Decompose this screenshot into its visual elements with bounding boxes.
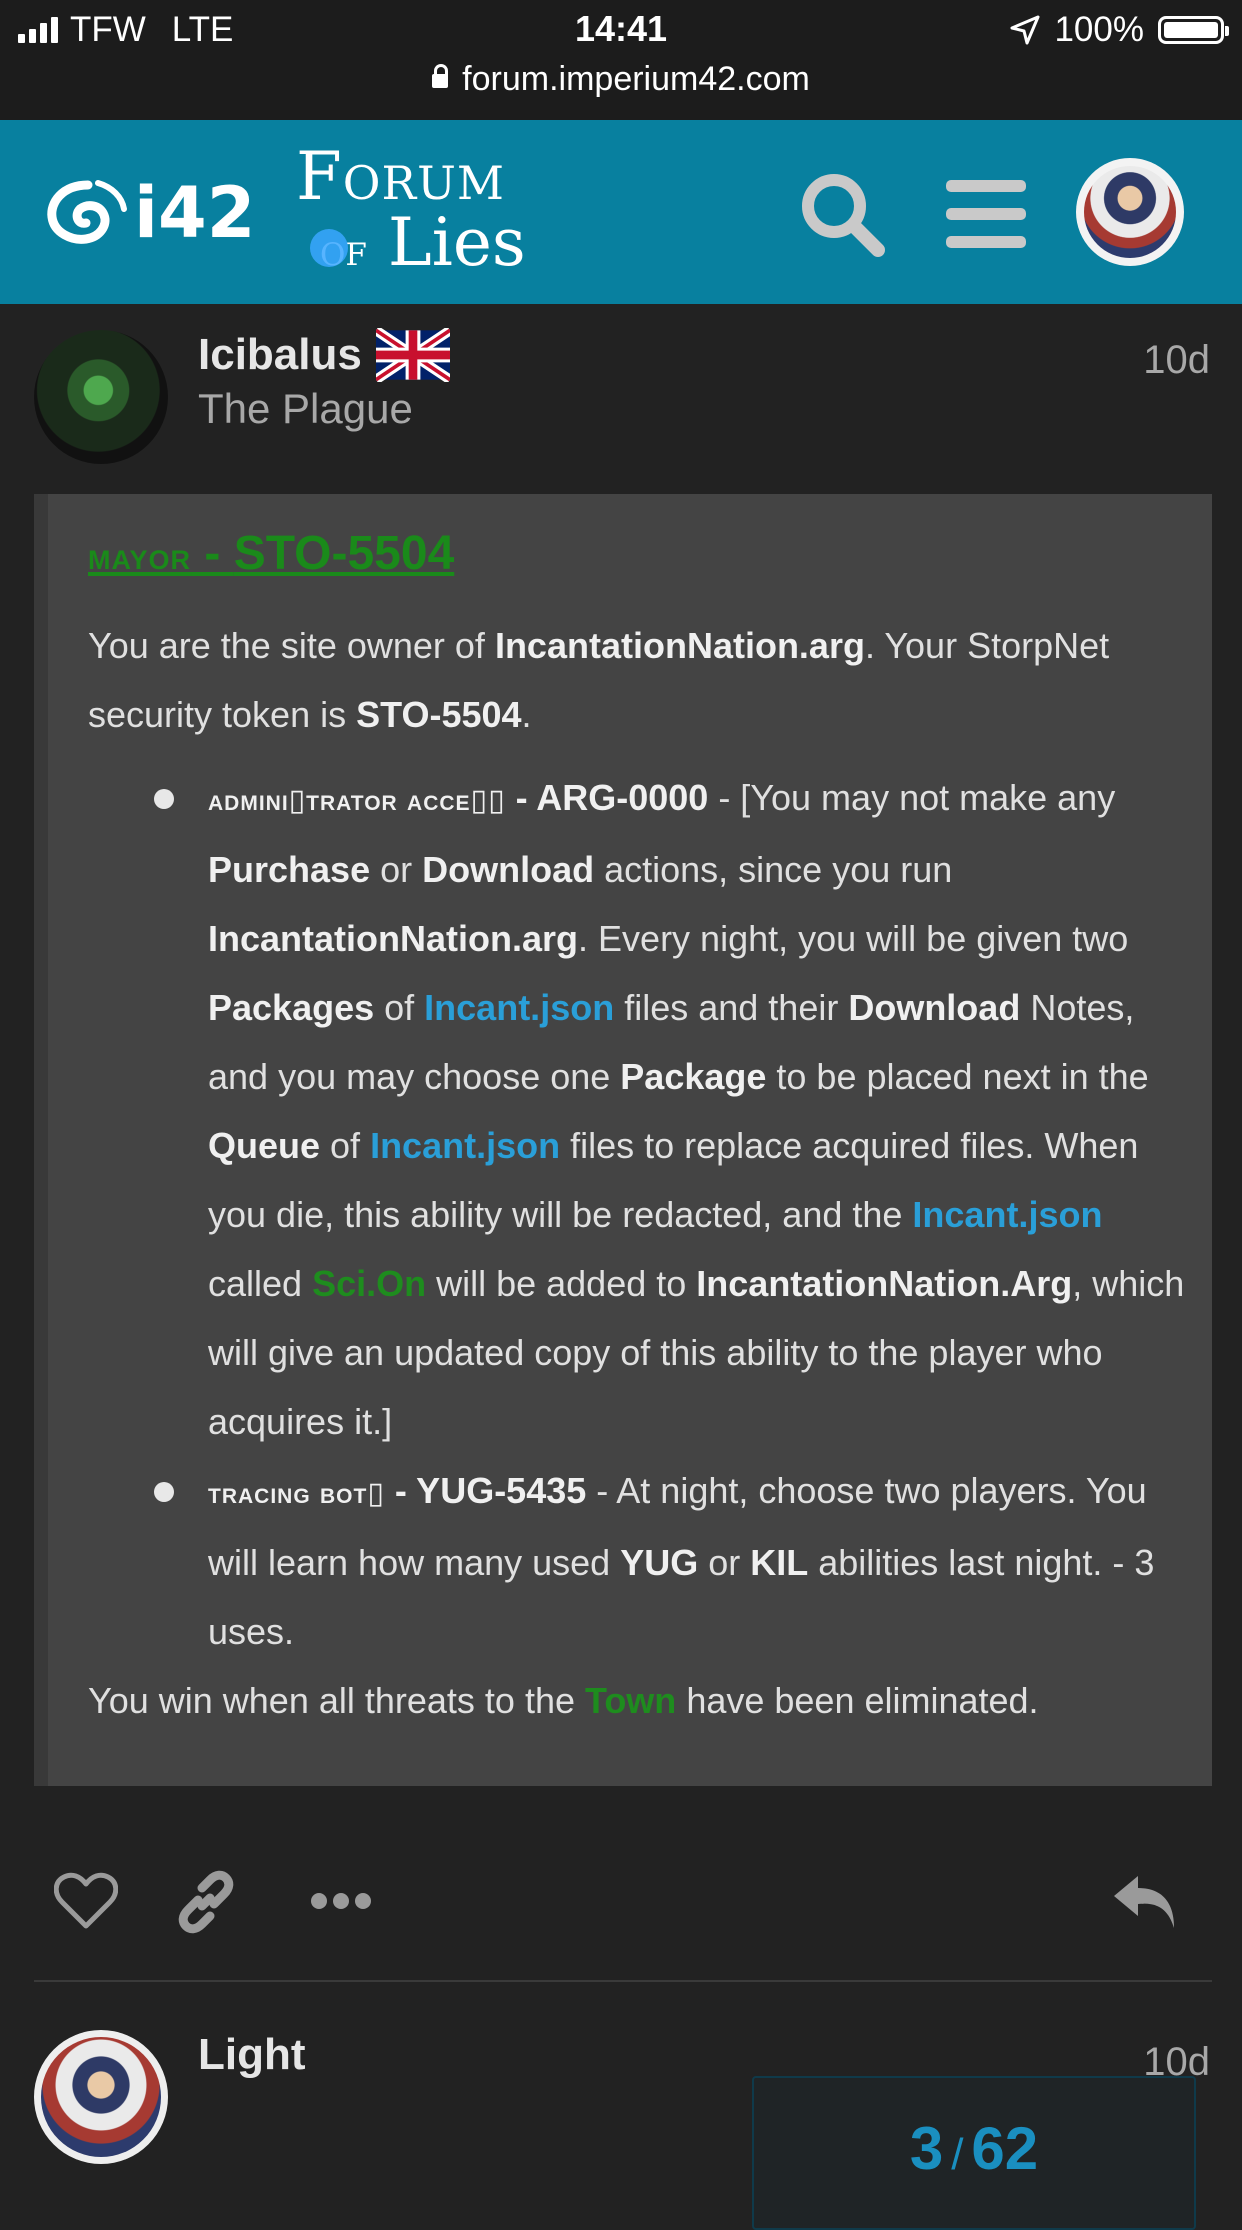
avatar-image [1084,166,1176,258]
lock-icon [432,64,449,88]
progress-counter: 3/62 [754,2114,1194,2183]
ability-item: tracing bot▯ - YUG-5435 - At night, choo… [154,1456,1188,1666]
post-divider [34,1980,1212,1982]
ability-code: - ARG-0000 [505,777,709,818]
search-icon[interactable] [796,168,888,260]
ability-text: to be placed next in the [766,1056,1149,1097]
post-body: mayor - STO-5504 You are the site owner … [88,528,1188,1735]
logo-lies: Lies [387,204,526,281]
role-heading[interactable]: mayor - STO-5504 [88,528,1188,583]
kw: Packages [208,987,375,1028]
ability-text: - [You may not make any [708,777,1116,818]
intro-text: You are the site owner of [88,625,495,666]
abilities-list: admini▯trator acce▯▯ - ARG-0000 - [You m… [88,763,1188,1666]
swirl-logo-icon [47,180,127,244]
win-text: You win when all threats to the [88,1680,585,1721]
scion-link[interactable]: Sci.On [312,1263,426,1304]
site-name: IncantationNation.Arg [696,1263,1073,1304]
user-title: The Plague [198,385,413,432]
kw: KIL [750,1542,809,1583]
logo-line-forum: Forum [296,138,506,215]
ability-text: . Every night, you will be given two [578,918,1129,959]
site-name: IncantationNation.arg [208,918,579,959]
kw: Purchase [208,849,371,890]
user-avatar[interactable] [1076,158,1184,266]
link-icon[interactable] [174,1870,238,1934]
battery-icon [1158,16,1229,44]
incant-link[interactable]: Incant.json [370,1125,560,1166]
hamburger-menu-icon[interactable] [946,178,1026,250]
orb-icon [310,229,348,267]
more-icon[interactable] [310,1890,372,1912]
ability-text: or [370,849,423,890]
progress-separator: / [951,2130,964,2179]
post-author: Icibalus [198,328,450,382]
post-date[interactable]: 10d [1143,338,1210,383]
security-token: STO-5504 [356,694,522,735]
kw: Download [422,849,595,890]
heading-separator: - [191,527,234,580]
ability-item: admini▯trator acce▯▯ - ARG-0000 - [You m… [154,763,1188,1456]
win-text: have been eliminated. [676,1680,1039,1721]
heart-icon[interactable] [54,1872,118,1930]
poster-avatar[interactable] [34,330,168,464]
kw: Download [848,987,1021,1028]
ability-text: actions, since you run [594,849,953,890]
logo-line-lies: of Lies [310,210,526,276]
status-right: 100% [1010,10,1229,50]
role-code: STO-5504 [233,527,455,580]
ability-code: - YUG-5435 [384,1470,587,1511]
ability-name: admini▯trator acce▯▯ [208,784,506,817]
forum-header: i42 Forum of Lies [0,120,1242,304]
quote-bar [34,494,48,1786]
forum-of-lies-logo[interactable]: Forum of Lies [296,144,526,276]
win-condition: You win when all threats to the Town hav… [88,1666,1188,1735]
ability-name: tracing bot▯ [208,1477,385,1510]
location-arrow-icon [1010,15,1040,45]
logo-text: i42 [134,172,256,254]
username[interactable]: Icibalus [198,330,362,380]
next-post-author[interactable]: Light [198,2030,306,2080]
post-content-box: mayor - STO-5504 You are the site owner … [34,494,1212,1786]
url-bar[interactable]: forum.imperium42.com [0,60,1242,99]
ability-text: or [698,1542,751,1583]
town-link[interactable]: Town [585,1680,676,1721]
post-actions [0,1860,1242,1940]
ability-text: of [374,987,425,1028]
kw: Queue [208,1125,321,1166]
role-name: mayor [88,536,192,578]
i42-logo[interactable]: i42 [38,172,255,254]
reply-icon[interactable] [1112,1872,1178,1932]
kw: YUG [620,1542,699,1583]
ability-text: will be added to [426,1263,697,1304]
ability-text: files and their [614,987,849,1028]
progress-total: 62 [971,2115,1039,2182]
incant-link[interactable]: Incant.json [912,1194,1102,1235]
progress-current: 3 [909,2115,944,2182]
url-text[interactable]: forum.imperium42.com [462,60,810,98]
ability-text: called [208,1263,313,1304]
avatar-image [41,2037,161,2157]
topic-progress[interactable]: 3/62 [752,2076,1196,2230]
battery-percent: 100% [1054,10,1144,49]
kw: Package [620,1056,767,1097]
site-name: IncantationNation.arg [494,625,865,666]
ability-text: of [320,1125,371,1166]
intro-text: . [521,694,532,735]
status-bar: TFW LTE 14:41 100% forum.imperium42.com [0,0,1242,120]
intro-paragraph: You are the site owner of IncantationNat… [88,611,1188,749]
uk-flag-icon [375,328,450,382]
next-poster-avatar[interactable] [34,2030,168,2164]
incant-link[interactable]: Incant.json [424,987,614,1028]
